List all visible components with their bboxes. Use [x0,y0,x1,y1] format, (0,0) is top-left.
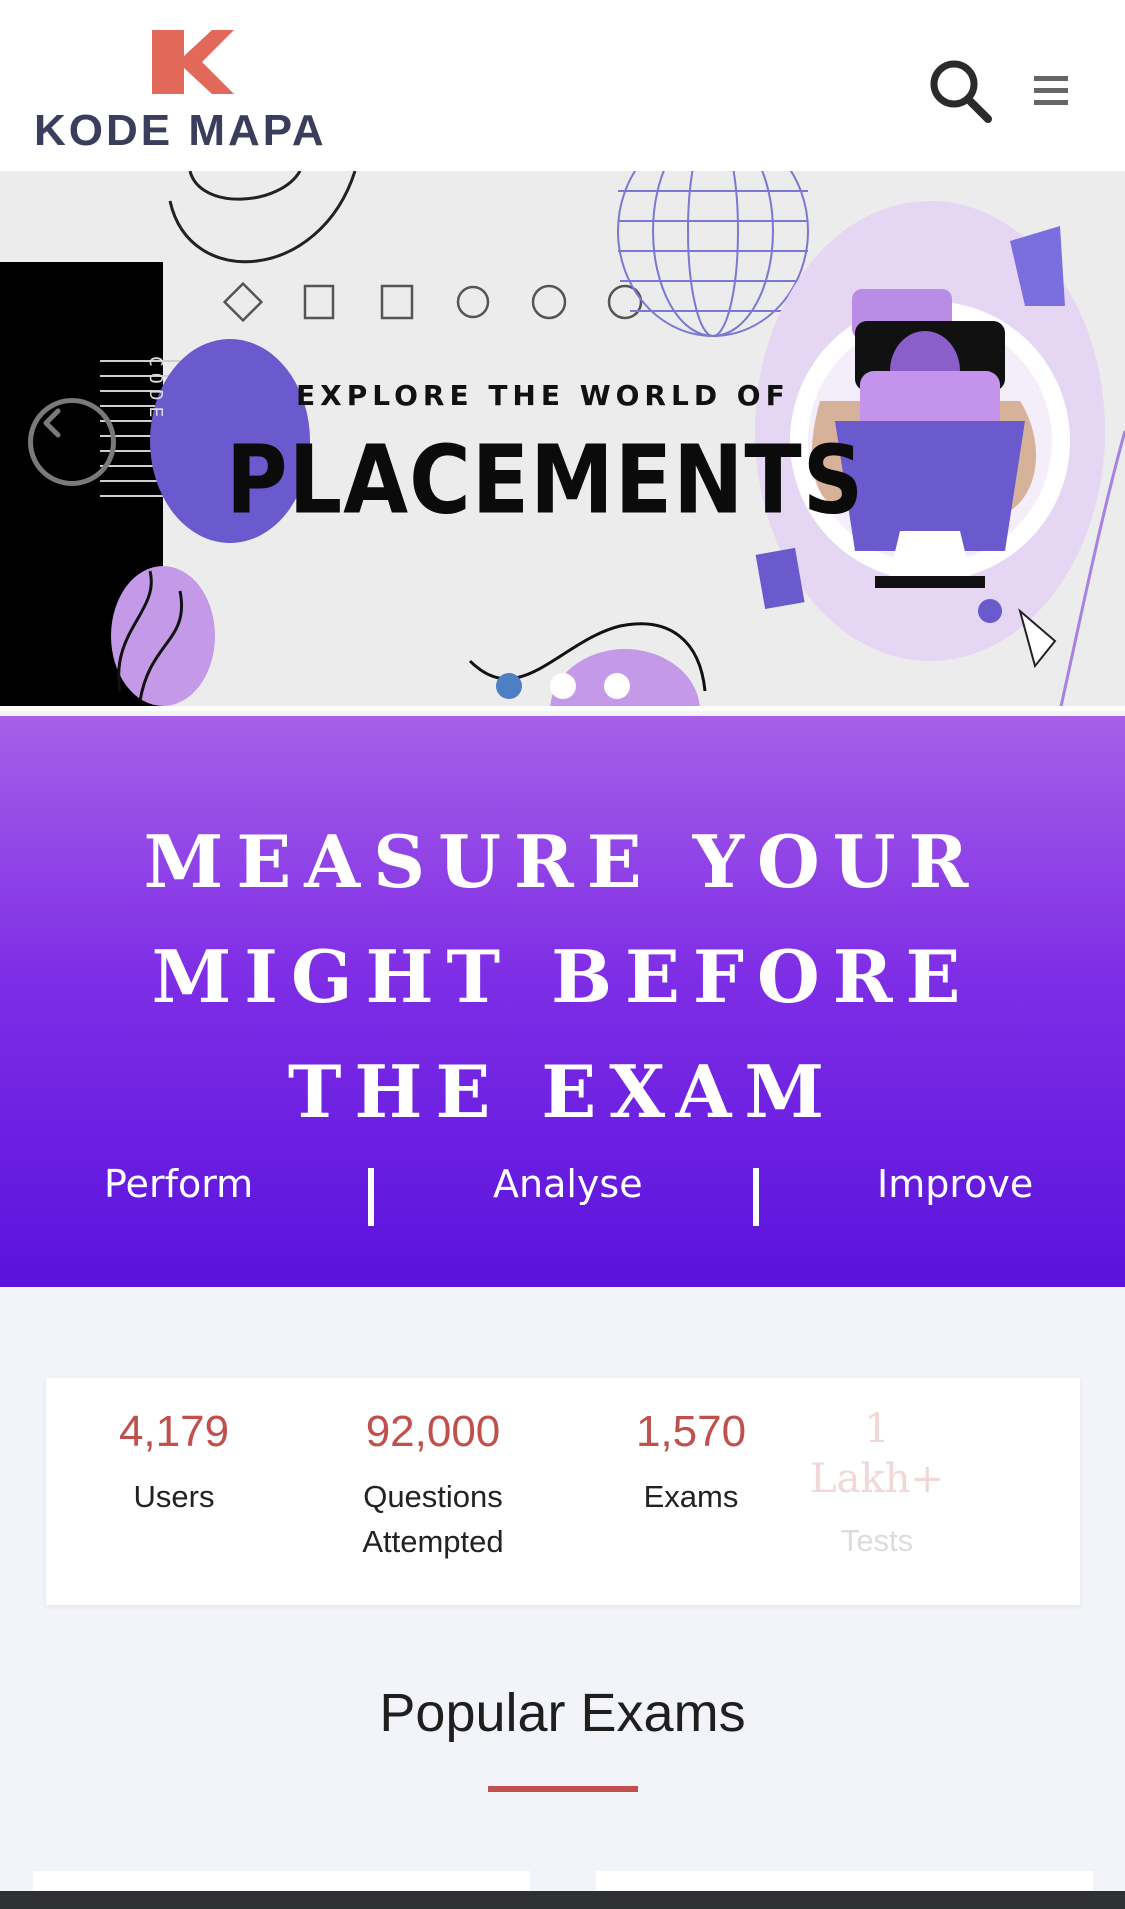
stats-card: 4,179 Users 92,000 Questions Attempted 1… [46,1378,1080,1605]
stat-tests: 1 Lakh+ Tests [787,1404,967,1563]
exam-card[interactable] [596,1871,1093,1891]
banner-side-label: CODE [145,356,166,423]
search-icon [930,60,992,123]
stat-label: Users [133,1479,215,1514]
carousel-prev-button[interactable] [28,398,116,486]
carousel-dot-1[interactable] [496,673,522,699]
step-analyse: Analyse [493,1162,643,1206]
stat-exams: 1,570 Exams [571,1404,811,1519]
hero-title: MEASURE YOUR MIGHT BEFORE THE EXAM [143,819,982,1134]
popular-exams-title: Popular Exams [379,1683,746,1743]
hamburger-menu-icon [1034,76,1068,105]
banner-kicker: EXPLORE THE WORLD OF [296,379,790,412]
kodemapa-logo[interactable]: KODE MAPA [34,28,364,155]
stat-value: 1 Lakh+ [810,1406,944,1502]
stat-users: 4,179 Users [54,1404,294,1519]
hero-steps: Perform Analyse Improve [0,1162,1125,1232]
measure-hero-section: MEASURE YOUR MIGHT BEFORE THE EXAM Perfo… [0,716,1125,1287]
banner-title: PLACEMENTS [226,425,865,535]
step-perform: Perform [104,1162,254,1206]
section-underline [488,1786,638,1792]
stat-value: 4,179 [118,1407,230,1456]
step-improve: Improve [877,1162,1034,1206]
bottom-system-bar [0,1891,1125,1909]
menu-button[interactable] [1026,66,1076,116]
chevron-left-icon [43,408,61,438]
carousel-indicators [496,673,630,699]
stat-label: Questions Attempted [362,1479,504,1559]
top-header: KODE MAPA [0,0,1125,171]
exam-card[interactable] [33,1871,530,1891]
search-button[interactable] [926,56,996,126]
stat-value: 92,000 [365,1407,501,1456]
stat-label: Tests [840,1523,914,1558]
stat-questions-attempted: 92,000 Questions Attempted [313,1404,553,1564]
hero-carousel[interactable]: CODE EXPLORE THE WORLD OF PLACEMENTS [0,171,1125,711]
stat-label: Exams [643,1479,739,1514]
carousel-dot-2[interactable] [550,673,576,699]
logo-wordmark: KODE MAPA [34,106,327,155]
stat-value: 1,570 [635,1407,747,1456]
carousel-dot-3[interactable] [604,673,630,699]
step-separator [753,1168,759,1226]
step-separator [368,1168,374,1226]
